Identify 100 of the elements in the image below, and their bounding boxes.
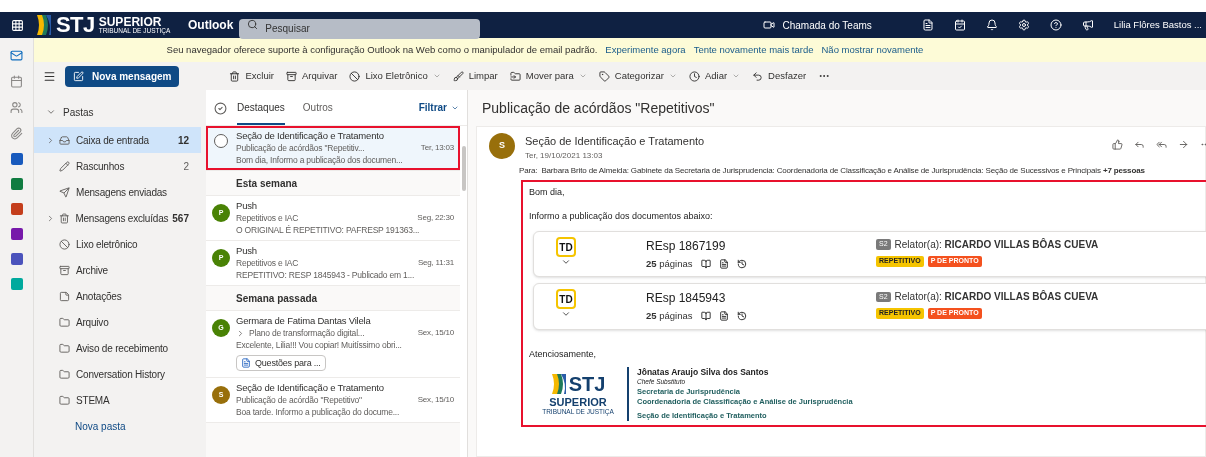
folder-item[interactable]: Arquivo bbox=[34, 309, 201, 335]
message-preview: Bom dia, Informo a publicação dos documen... bbox=[236, 154, 403, 166]
folder-item[interactable]: Rascunhos 2 bbox=[34, 153, 201, 179]
send-icon bbox=[59, 186, 70, 198]
message-subject: Publicação de acórdãos "Repetitiv... bbox=[236, 142, 365, 154]
thumbs-up-icon[interactable] bbox=[1112, 139, 1123, 150]
history-icon[interactable] bbox=[736, 311, 747, 322]
folder-item[interactable]: Mensagens excluídas 567 bbox=[34, 205, 201, 231]
clock-icon bbox=[688, 70, 700, 82]
scrollbar[interactable] bbox=[460, 126, 467, 457]
folder-item[interactable]: Lixo eletrônico bbox=[34, 231, 201, 257]
banner-link[interactable]: Não mostrar novamente bbox=[821, 42, 924, 58]
app-tile-icon[interactable] bbox=[10, 278, 23, 290]
toolbar-button[interactable]: Arquivar bbox=[286, 68, 338, 84]
folder-icon bbox=[59, 316, 70, 328]
message-subject: Repetitivos e IAC bbox=[236, 212, 299, 224]
document-icon[interactable] bbox=[718, 311, 729, 322]
recipient-list[interactable]: Barbara Brito de Almeida: Gabinete da Secretaria de Jurisprudencia: Coordenadoria de Classificação e Análise de Jurisprudência: Seção de Sucessivos e Principais +7 pessoas bbox=[541, 165, 1145, 177]
document-logo: TD bbox=[556, 237, 576, 257]
calendar-check-icon[interactable] bbox=[953, 19, 966, 31]
to-label: Para: bbox=[519, 165, 538, 177]
email-date: Ter, 19/10/2021 13:03 bbox=[525, 150, 604, 162]
history-icon[interactable] bbox=[736, 259, 747, 270]
message-sender: Germara de Fatima Dantas Vilela bbox=[236, 315, 371, 327]
message-subject: Publicação de acórdão "Repetitivo" bbox=[236, 394, 362, 406]
chevron-icon bbox=[732, 72, 741, 80]
select-all-icon[interactable] bbox=[214, 102, 227, 115]
message-time: Ter, 13:03 bbox=[420, 142, 454, 154]
new-message-button[interactable]: Nova mensagem bbox=[65, 65, 180, 87]
chevron-icon[interactable] bbox=[236, 328, 245, 338]
emblem-icon bbox=[550, 372, 567, 396]
folder-name: Rascunhos bbox=[76, 159, 126, 174]
chevron-icon[interactable] bbox=[46, 107, 56, 117]
help-icon[interactable] bbox=[1049, 19, 1062, 31]
folder-item[interactable]: Archive bbox=[34, 257, 201, 283]
folder-item[interactable]: Caixa de entrada 12 bbox=[34, 127, 201, 153]
teams-call-button[interactable]: Chamada do Teams bbox=[762, 17, 872, 33]
app-name[interactable]: Outlook bbox=[188, 16, 234, 34]
bell-icon[interactable] bbox=[985, 19, 998, 31]
search-icon bbox=[247, 19, 259, 30]
toolbar-button[interactable]: Desfazer bbox=[752, 68, 807, 84]
app-tile-icon[interactable] bbox=[10, 228, 23, 240]
folder-item[interactable]: Anotações bbox=[34, 283, 201, 309]
toolbar-button[interactable]: Categorizar bbox=[598, 68, 677, 84]
folder-item[interactable]: Conversation History bbox=[34, 361, 201, 387]
folder-item[interactable]: Mensagens enviadas bbox=[34, 179, 201, 205]
app-tile-icon[interactable] bbox=[10, 178, 23, 190]
forward-icon[interactable] bbox=[1178, 139, 1189, 150]
folder-item[interactable]: STEMA bbox=[34, 387, 201, 413]
signature-name: Jônatas Araujo Silva dos Santos bbox=[637, 367, 770, 377]
toolbar-button[interactable]: Excluir bbox=[229, 68, 274, 84]
toolbar-button[interactable]: Limpar bbox=[452, 68, 498, 84]
app-tile-icon[interactable] bbox=[10, 253, 23, 265]
message-item[interactable]: Seção de Identificação e Tratamento Publicação de acórdãos "Repetitiv... Ter, 13:03 Bom dia, Informo a publicação dos documen... bbox=[206, 126, 460, 170]
note-icon bbox=[59, 290, 70, 302]
user-name[interactable]: Lilia Flôres Bastos ... bbox=[1113, 17, 1202, 33]
video-icon bbox=[762, 19, 775, 31]
document-icon[interactable] bbox=[921, 19, 934, 31]
closing-text: Atenciosamente, bbox=[529, 347, 598, 361]
settings-icon[interactable] bbox=[1017, 19, 1030, 31]
banner-link[interactable]: Experimente agora bbox=[605, 42, 686, 58]
message-subject: Repetitivos e IAC bbox=[236, 257, 299, 269]
avatar: S bbox=[489, 133, 515, 159]
toolbar-button[interactable]: Adiar bbox=[688, 68, 741, 84]
document-icon[interactable] bbox=[718, 259, 729, 270]
toolbar-button[interactable]: Mover para bbox=[509, 68, 587, 84]
filter-button[interactable]: Filtrar bbox=[418, 100, 459, 115]
toolbar-button[interactable]: Lixo Eletrônico bbox=[349, 68, 441, 84]
megaphone-icon[interactable] bbox=[1081, 19, 1094, 31]
search-field[interactable]: Pesquisar bbox=[239, 18, 481, 39]
relator-text: Relator(a): RICARDO VILLAS BÔAS CUEVA bbox=[894, 289, 1099, 305]
book-icon[interactable] bbox=[700, 259, 711, 270]
message-time: Sex, 15/10 bbox=[417, 394, 454, 406]
app-tile-icon[interactable] bbox=[10, 203, 23, 215]
chevron-icon[interactable] bbox=[561, 257, 571, 267]
menu-icon[interactable] bbox=[43, 69, 56, 83]
folder-name: Aviso de recebimento bbox=[76, 341, 169, 356]
banner-link[interactable]: Tente novamente mais tarde bbox=[693, 42, 814, 58]
paperclip-icon[interactable] bbox=[10, 127, 23, 140]
trash-icon bbox=[58, 212, 70, 224]
new-folder-link[interactable]: Nova pasta bbox=[34, 419, 201, 434]
mail-icon[interactable] bbox=[10, 49, 23, 62]
attachment-chip[interactable]: Questões para ... bbox=[236, 355, 326, 371]
app-tile-icon[interactable] bbox=[10, 153, 23, 165]
trash-icon bbox=[229, 70, 241, 82]
intro-text: Informo a publicação dos documentos abaixo: bbox=[529, 209, 714, 223]
app-launcher-icon[interactable] bbox=[10, 18, 24, 32]
chevron-icon[interactable] bbox=[46, 135, 55, 145]
tab[interactable]: Outros bbox=[302, 96, 333, 125]
reply-all-icon[interactable] bbox=[1156, 139, 1167, 150]
calendar-icon[interactable] bbox=[10, 75, 23, 88]
folder-item[interactable]: Aviso de recebimento bbox=[34, 335, 201, 361]
blocked-icon bbox=[349, 70, 361, 82]
folders-heading: Pastas bbox=[63, 105, 94, 120]
message-sender: Push bbox=[236, 200, 257, 212]
book-icon[interactable] bbox=[700, 311, 711, 322]
reply-icon[interactable] bbox=[1134, 139, 1145, 150]
people-icon[interactable] bbox=[10, 101, 23, 114]
document-logo: TD bbox=[556, 289, 576, 310]
chevron-icon[interactable] bbox=[46, 213, 55, 223]
